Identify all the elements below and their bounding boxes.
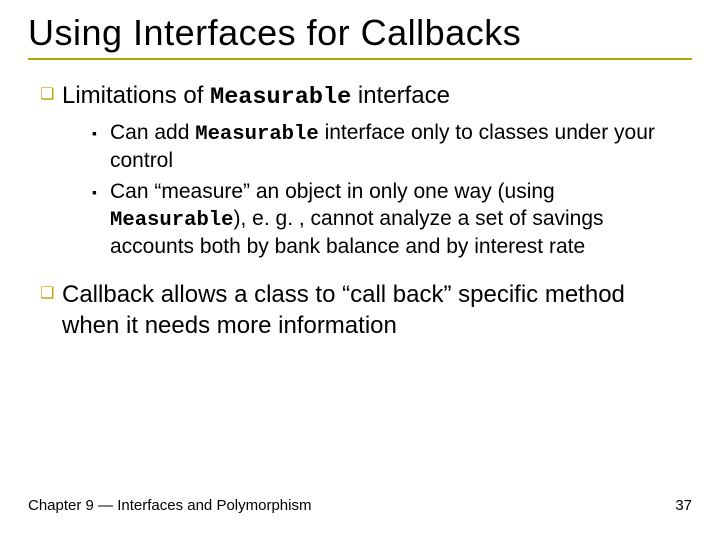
slide-body: ❏ Limitations of Measurable interface ▪ …: [28, 80, 692, 341]
bullet-text: Callback allows a class to “call back” s…: [62, 279, 684, 341]
subbullet-can-add: ▪ Can add Measurable interface only to c…: [92, 120, 684, 175]
code-fragment: Measurable: [110, 209, 234, 232]
bullet-text: Can “measure” an object in only one way …: [110, 179, 684, 261]
footer-chapter: Chapter 9 — Interfaces and Polymorphism: [28, 497, 311, 514]
bullet-marker-icon: ❏: [40, 80, 62, 110]
bullet-text: Limitations of Measurable interface: [62, 80, 684, 114]
slide-title: Using Interfaces for Callbacks: [28, 12, 692, 54]
text-fragment: Can “measure” an object in only one way …: [110, 180, 555, 203]
text-fragment: interface: [351, 82, 450, 109]
slide-footer: Chapter 9 — Interfaces and Polymorphism …: [28, 497, 692, 514]
subbullet-one-way: ▪ Can “measure” an object in only one wa…: [92, 179, 684, 261]
footer-page-number: 37: [675, 497, 692, 514]
text-fragment: Limitations of: [62, 82, 210, 109]
bullet-marker-icon: ▪: [92, 179, 110, 205]
bullet-text: Can add Measurable interface only to cla…: [110, 120, 684, 175]
slide: Using Interfaces for Callbacks ❏ Limitat…: [0, 0, 720, 540]
bullet-marker-icon: ▪: [92, 120, 110, 146]
bullet-limitations: ❏ Limitations of Measurable interface: [40, 80, 684, 114]
text-fragment: Can add: [110, 121, 195, 144]
bullet-callback: ❏ Callback allows a class to “call back”…: [40, 279, 684, 341]
title-underline: [28, 58, 692, 60]
code-fragment: Measurable: [210, 84, 351, 111]
bullet-marker-icon: ❏: [40, 279, 62, 309]
code-fragment: Measurable: [195, 123, 319, 146]
